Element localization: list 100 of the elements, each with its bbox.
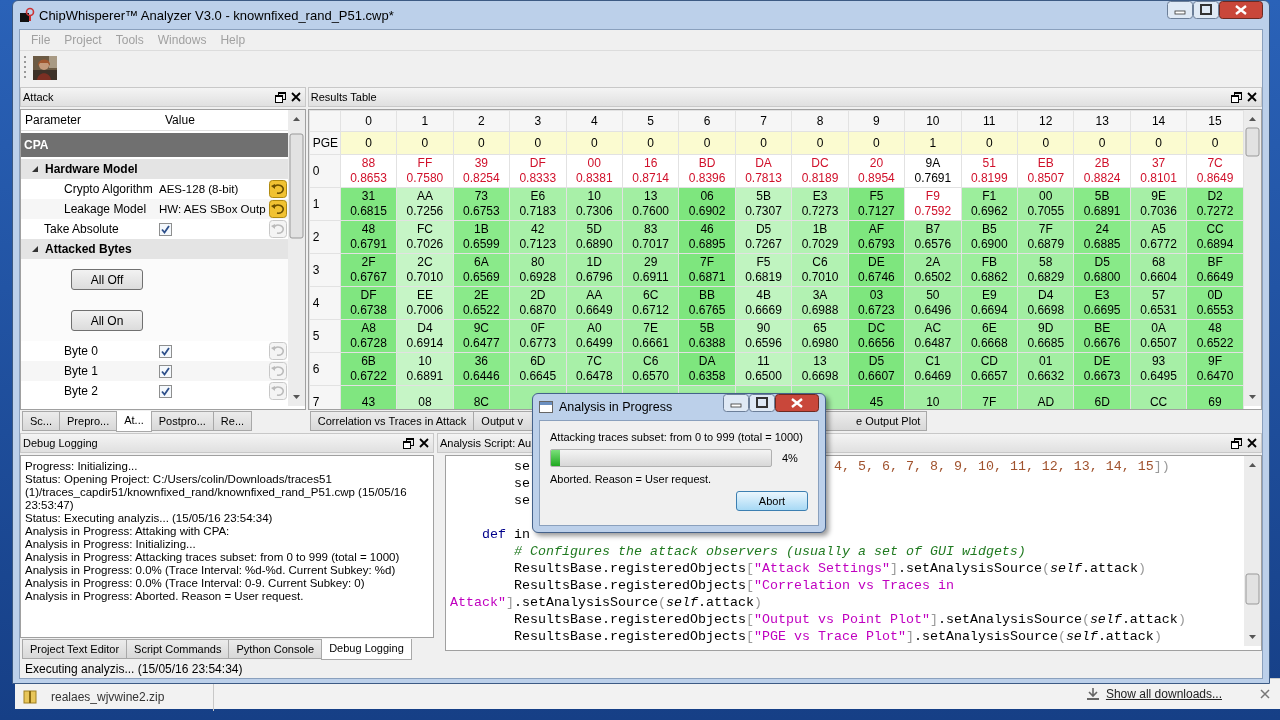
file-icon (23, 690, 37, 704)
table-cell: DF 0.6738 (340, 286, 397, 320)
checkbox[interactable] (159, 344, 172, 358)
float-icon[interactable] (403, 437, 414, 449)
column-header: Parameter (24, 113, 83, 127)
tab[interactable]: Postpro... (150, 411, 214, 431)
tab[interactable]: Script Commands (126, 639, 230, 659)
table-cell: 7C 0.6478 (566, 352, 623, 386)
float-icon[interactable] (1231, 437, 1242, 449)
table-cell: 2D 0.6870 (509, 286, 566, 320)
close-icon[interactable] (1247, 438, 1257, 448)
maximize-button[interactable] (749, 394, 775, 412)
button[interactable]: All Off (71, 269, 143, 290)
column-header: 13 (1073, 110, 1131, 132)
group-label: CPA (23, 138, 49, 152)
column-header: 9 (848, 110, 905, 132)
tab[interactable]: Prepro... (59, 411, 118, 431)
table-cell: 1B 0.7029 (791, 220, 849, 254)
log-line: Analysis in Progress: Attaking with CPA: (25, 525, 231, 538)
table-cell: 31 0.6815 (340, 187, 397, 221)
parameter-label: Byte 0 (64, 344, 99, 358)
section-label: Attacked Bytes (45, 242, 132, 256)
row-header: 1 (309, 187, 341, 221)
float-icon[interactable] (274, 91, 286, 103)
row-header: 7 (309, 385, 341, 409)
reset-icon[interactable] (268, 200, 287, 218)
progress-percent: 4% (782, 452, 798, 464)
table-cell: 42 0.7123 (509, 220, 566, 254)
tab[interactable]: Python Console (228, 639, 323, 659)
table-cell: FC 0.7026 (396, 220, 454, 254)
parameter-value[interactable]: AES-128 (8-bit) (159, 183, 239, 195)
code-line: # Configures the attack observers (usually a set of GUI widgets) (513, 543, 1026, 560)
parameter-label: Crypto Algorithm (64, 182, 153, 196)
tab[interactable]: Sc... (22, 411, 60, 431)
close-icon[interactable] (1247, 92, 1257, 102)
tab[interactable]: Debug Logging (321, 639, 412, 660)
table-cell: 2F 0.6767 (340, 253, 397, 287)
log-line: Analysis in Progress: Attacking traces subset: from 0 to 999 (total = 1000) (25, 551, 401, 564)
dialog-message: Attacking traces subset: from 0 to 999 (total = 1000) (550, 431, 804, 443)
code-line: ResultsBase.registeredObjects["Output vs Point Plot"].setAnalysisSource(self.attack) (513, 611, 1186, 628)
table-cell: 5B 0.6388 (678, 319, 736, 353)
close-icon[interactable] (419, 438, 429, 448)
table-cell: E3 0.6695 (1073, 286, 1131, 320)
status-text: Executing analyzis... (15/05/16 23:54:34) (25, 662, 243, 676)
checkbox[interactable] (159, 384, 172, 398)
table-cell: 9A 0.7691 (904, 154, 962, 188)
scrollbar[interactable] (1244, 456, 1261, 646)
table-cell: 03 0.6723 (848, 286, 905, 320)
column-header: 1 (396, 110, 454, 132)
row-header: 3 (309, 253, 341, 287)
tab[interactable]: Project Text Editor (22, 639, 128, 659)
table-cell: AA 0.7256 (396, 187, 454, 221)
button[interactable]: All On (71, 310, 143, 331)
table-cell: 46 0.6895 (678, 220, 736, 254)
scrollbar[interactable] (1244, 110, 1261, 406)
abort-button[interactable]: Abort (736, 491, 808, 511)
log-line: Status: Opening Project: C:/Users/colin/Downloads/traces51 (1)/traces_capdir51/knownfixed_rand/knownfixed_rand_P51.cwp (15/05/16 23:53:47) (25, 473, 408, 512)
close-button[interactable] (775, 394, 819, 412)
table-cell: A5 0.6772 (1130, 220, 1187, 254)
maximize-button[interactable] (1193, 1, 1219, 19)
checkbox[interactable] (159, 222, 172, 236)
table-cell: 29 0.6911 (622, 253, 679, 287)
toolbar-handle[interactable] (23, 55, 27, 81)
tab[interactable]: Re... (212, 411, 253, 431)
tab[interactable]: Correlation vs Traces in Attack (309, 411, 475, 431)
table-cell: 9D 0.6685 (1017, 319, 1074, 353)
log-line: Analysis in Progress: Initializing... (25, 538, 197, 551)
column-header: 6 (678, 110, 736, 132)
table-cell: DA 0.6358 (678, 352, 736, 386)
table-cell: D5 0.7267 (735, 220, 792, 254)
table-cell: D4 0.6914 (396, 319, 454, 353)
table-cell: 5B 0.6891 (1073, 187, 1131, 221)
table-cell: 0A 0.6507 (1130, 319, 1187, 353)
column-header: 7 (735, 110, 792, 132)
checkbox[interactable] (159, 364, 172, 378)
status-message: Aborted. Reason = User request. (550, 473, 713, 485)
table-cell: B5 0.6900 (961, 220, 1018, 254)
show-all-link[interactable]: Show all downloads... (1105, 687, 1222, 701)
table-cell: 13 0.6698 (791, 352, 849, 386)
tab[interactable]: At... (116, 411, 152, 432)
close-button[interactable] (1219, 1, 1263, 19)
parameter-value[interactable]: HW: AES SBox Outp (159, 203, 266, 215)
table-cell: 37 0.8101 (1130, 154, 1187, 188)
table-cell: 80 0.6928 (509, 253, 566, 287)
scrollbar[interactable] (287, 110, 305, 406)
table-cell: D4 0.6698 (1017, 286, 1074, 320)
panel-title: Debug Logging (23, 437, 98, 449)
float-icon[interactable] (1231, 91, 1242, 103)
table-cell: CD 0.6657 (961, 352, 1018, 386)
table-cell: 83 0.7017 (622, 220, 679, 254)
row-header: 6 (309, 352, 341, 386)
table-cell: F1 0.6962 (961, 187, 1018, 221)
table-cell: 2A 0.6502 (904, 253, 962, 287)
row-header: PGE (309, 131, 341, 155)
table-cell: E6 0.7183 (509, 187, 566, 221)
table-cell: BE 0.6676 (1073, 319, 1131, 353)
log-line: Analysis in Progress: 0.0% (Trace Interval: %d-%d. Current Subkey: %d) (25, 564, 397, 577)
download-item[interactable]: realaes_wjvwine2.zip (15, 683, 214, 711)
reset-icon[interactable] (268, 180, 287, 198)
close-icon[interactable] (290, 92, 301, 102)
